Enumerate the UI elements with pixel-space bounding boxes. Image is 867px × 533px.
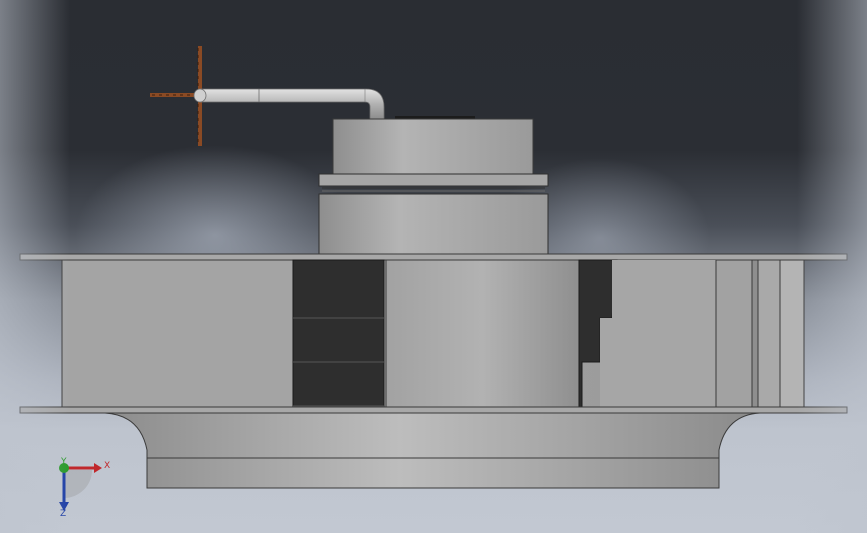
triad-plane-icon xyxy=(64,470,92,498)
fan-model[interactable] xyxy=(0,0,867,533)
impeller xyxy=(61,259,805,409)
pipe xyxy=(193,88,385,121)
triad-z-label: Z xyxy=(60,509,66,518)
bottom-plate xyxy=(19,406,848,414)
motor-housing xyxy=(318,116,549,256)
graphics-viewport[interactable]: X Y Z xyxy=(0,0,867,533)
triad-x-label: X xyxy=(104,461,110,471)
triad-y-label: Y xyxy=(60,457,67,467)
orientation-triad: X Y Z xyxy=(59,457,110,518)
top-plate xyxy=(19,253,848,261)
inlet-bell xyxy=(104,412,761,489)
